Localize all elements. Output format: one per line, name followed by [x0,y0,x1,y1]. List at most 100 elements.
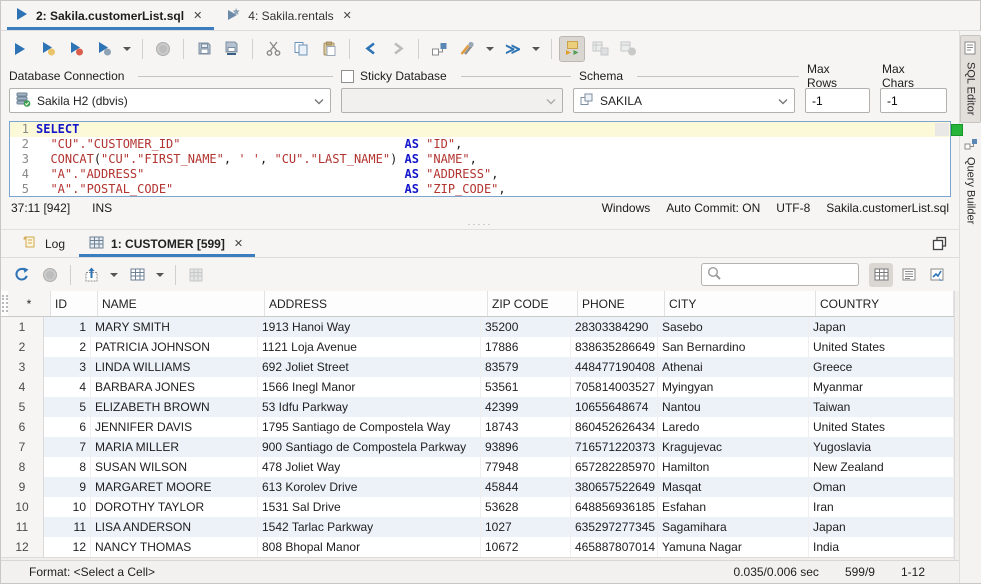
sql-block-icon[interactable] [426,36,452,62]
table-row[interactable]: 22PATRICIA JOHNSON1121 Loja Avenue178868… [1,337,954,357]
tools-icon[interactable] [454,36,480,62]
detach-window-icon[interactable] [920,230,959,257]
sticky-database-checkbox[interactable] [341,70,354,83]
cell-phone[interactable]: 28303384290 [571,317,658,337]
chart-view-icon[interactable] [925,263,949,287]
cell-id[interactable]: 5 [44,397,91,417]
column-header-rownum[interactable]: * [8,291,51,316]
cell-city[interactable]: Nantou [658,397,809,417]
cell-rownum[interactable]: 3 [1,357,44,377]
side-tab-sql-editor[interactable]: SQL Editor [960,35,981,123]
cell-address[interactable]: 1531 Sal Drive [258,497,481,517]
cell-rownum[interactable]: 5 [1,397,44,417]
cell-address[interactable]: 808 Bhopal Manor [258,537,481,557]
cell-name[interactable]: MARGARET MOORE [91,477,258,497]
tab-customerlist-sql[interactable]: 2: Sakila.customerList.sql ✕ [5,1,216,30]
cell-city[interactable]: Laredo [658,417,809,437]
cell-rownum[interactable]: 2 [1,337,44,357]
side-tab-query-builder[interactable]: Query Builder [960,133,981,231]
cell-zip[interactable]: 53561 [481,377,571,397]
cell-city[interactable]: Masqat [658,477,809,497]
execute-buffer-icon[interactable] [63,36,89,62]
cell-country[interactable]: United States [809,417,954,437]
cell-name[interactable]: LINDA WILLIAMS [91,357,258,377]
cell-address[interactable]: 692 Joliet Street [258,357,481,377]
copy-icon[interactable] [288,36,314,62]
cell-id[interactable]: 12 [44,537,91,557]
cell-name[interactable]: ELIZABETH BROWN [91,397,258,417]
cell-country[interactable]: New Zealand [809,457,954,477]
chained-execution-icon[interactable] [559,36,585,62]
tab-log[interactable]: Log [11,230,77,257]
close-icon[interactable]: ✕ [232,237,245,250]
column-header-city[interactable]: CITY [665,291,816,316]
cell-name[interactable]: BARBARA JONES [91,377,258,397]
table-row[interactable]: 33LINDA WILLIAMS692 Joliet Street8357944… [1,357,954,377]
cell-country[interactable]: Oman [809,477,954,497]
cell-city[interactable]: Yamuna Nagar [658,537,809,557]
schema-select[interactable]: SAKILA [573,88,795,113]
cell-phone[interactable]: 465887807014 [571,537,658,557]
code-line[interactable]: 5 "A"."POSTAL_CODE" AS "ZIP_CODE", [10,182,950,197]
cell-phone[interactable]: 448477190408 [571,357,658,377]
cell-rownum[interactable]: 12 [1,537,44,557]
max-chars-input[interactable] [880,88,947,113]
close-icon[interactable]: ✕ [341,9,354,22]
cell-phone[interactable]: 635297277345 [571,517,658,537]
table-row[interactable]: 1010DOROTHY TAYLOR1531 Sal Drive53628648… [1,497,954,517]
column-header-phone[interactable]: PHONE [578,291,665,316]
cell-address[interactable]: 478 Joliet Way [258,457,481,477]
cell-zip[interactable]: 18743 [481,417,571,437]
column-header-address[interactable]: ADDRESS [265,291,488,316]
code-line[interactable]: 2 "CU"."CUSTOMER_ID" AS "ID", [10,137,950,152]
cell-name[interactable]: MARY SMITH [91,317,258,337]
cell-name[interactable]: MARIA MILLER [91,437,258,457]
column-header-id[interactable]: ID [51,291,98,316]
table-row[interactable]: 44BARBARA JONES1566 Inegl Manor535617058… [1,377,954,397]
cell-country[interactable]: United States [809,337,954,357]
table-row[interactable]: 99MARGARET MOORE613 Korolev Drive4584438… [1,477,954,497]
cell-city[interactable]: Athenai [658,357,809,377]
execute-icon[interactable] [7,36,33,62]
cell-country[interactable]: Taiwan [809,397,954,417]
cell-id[interactable]: 6 [44,417,91,437]
cell-country[interactable]: Yugoslavia [809,437,954,457]
table-row[interactable]: 66JENNIFER DAVIS1795 Santiago de Compost… [1,417,954,437]
cell-rownum[interactable]: 1 [1,317,44,337]
cell-zip[interactable]: 53628 [481,497,571,517]
cell-zip[interactable]: 83579 [481,357,571,377]
search-input[interactable] [725,268,853,282]
cell-rownum[interactable]: 8 [1,457,44,477]
cell-address[interactable]: 900 Santiago de Compostela Parkway [258,437,481,457]
code-line[interactable]: 3 CONCAT("CU"."FIRST_NAME", ' ', "CU"."L… [10,152,950,167]
continue-dropdown-icon[interactable] [528,36,544,62]
save-as-icon[interactable] [219,36,245,62]
cell-city[interactable]: Esfahan [658,497,809,517]
cell-country[interactable]: Iran [809,497,954,517]
max-rows-input[interactable] [805,88,870,113]
navigate-back-icon[interactable] [357,36,383,62]
cell-rownum[interactable]: 6 [1,417,44,437]
cell-zip[interactable]: 35200 [481,317,571,337]
editor-scrollbar[interactable] [935,123,949,136]
cell-address[interactable]: 1121 Loja Avenue [258,337,481,357]
vertical-scrollbar[interactable] [954,291,959,560]
cell-city[interactable]: Hamilton [658,457,809,477]
export-icon[interactable] [78,262,104,288]
close-icon[interactable]: ✕ [191,9,204,22]
cell-city[interactable]: Kragujevac [658,437,809,457]
code-line[interactable]: 4 "A"."ADDRESS" AS "ADDRESS", [10,167,950,182]
table-row[interactable]: 55ELIZABETH BROWN53 Idfu Parkway42399106… [1,397,954,417]
cell-city[interactable]: Myingyan [658,377,809,397]
cell-id[interactable]: 7 [44,437,91,457]
cell-phone[interactable]: 648856936185 [571,497,658,517]
cell-country[interactable]: Myanmar [809,377,954,397]
cell-id[interactable]: 4 [44,377,91,397]
cell-name[interactable]: NANCY THOMAS [91,537,258,557]
cell-country[interactable]: Japan [809,517,954,537]
cell-rownum[interactable]: 10 [1,497,44,517]
table-row[interactable]: 1111LISA ANDERSON1542 Tarlac Parkway1027… [1,517,954,537]
cell-phone[interactable]: 380657522649 [571,477,658,497]
cell-id[interactable]: 1 [44,317,91,337]
cell-address[interactable]: 1566 Inegl Manor [258,377,481,397]
